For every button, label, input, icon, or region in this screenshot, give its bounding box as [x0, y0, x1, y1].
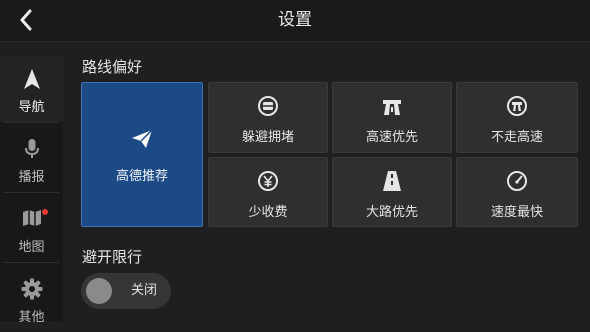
sidebar-item-label: 播报 — [18, 170, 45, 185]
yuan-icon — [258, 171, 278, 191]
speedometer-icon — [507, 171, 527, 191]
route-option-less-toll[interactable]: 少收费 — [208, 157, 328, 227]
sidebar-item-label: 地图 — [18, 240, 45, 255]
divider — [4, 122, 59, 123]
main-road-icon — [383, 171, 401, 191]
divider — [4, 262, 59, 263]
route-option-avoid-congestion[interactable]: 躲避拥堵 — [208, 82, 328, 153]
route-option-label: 速度最快 — [490, 205, 543, 220]
route-option-no-highway[interactable]: 不走高速 — [456, 82, 578, 153]
route-option-amap-recommend[interactable]: 高德推荐 — [81, 82, 203, 227]
route-option-label: 高德推荐 — [115, 169, 168, 184]
restriction-label: 避开限行 — [82, 248, 143, 266]
route-option-label: 大路优先 — [365, 205, 418, 220]
route-option-highway-first[interactable]: 高速优先 — [332, 82, 452, 153]
map-icon — [22, 210, 41, 226]
divider — [4, 192, 59, 193]
route-option-label: 高速优先 — [365, 130, 418, 145]
notification-dot — [42, 209, 48, 215]
paper-plane-icon — [132, 129, 153, 148]
route-option-label: 少收费 — [248, 205, 288, 220]
route-option-main-road-first[interactable]: 大路优先 — [332, 157, 452, 227]
route-option-label: 不走高速 — [490, 130, 543, 145]
microphone-icon — [24, 139, 39, 158]
page-title: 设置 — [278, 10, 312, 30]
sidebar: 导航 播报 地图 其他 — [0, 56, 63, 325]
restriction-toggle[interactable]: 关闭 — [81, 273, 171, 309]
top-bar: 设置 — [0, 0, 590, 42]
navigation-arrow-icon — [23, 69, 40, 89]
toggle-state-label: 关闭 — [131, 283, 158, 298]
sidebar-item-navigation[interactable]: 导航 — [0, 56, 63, 122]
sidebar-item-broadcast[interactable]: 播报 — [0, 126, 63, 192]
route-option-label: 躲避拥堵 — [241, 130, 294, 145]
sidebar-item-label: 其他 — [18, 310, 45, 325]
highway-icon — [383, 100, 401, 115]
route-preference-label: 路线偏好 — [82, 58, 143, 76]
gear-icon — [21, 278, 42, 300]
toggle-knob — [86, 278, 112, 304]
congestion-avoid-icon — [258, 96, 278, 116]
sidebar-item-other[interactable]: 其他 — [0, 266, 63, 332]
route-option-fastest[interactable]: 速度最快 — [456, 157, 578, 227]
no-highway-icon — [507, 96, 527, 116]
sidebar-item-map[interactable]: 地图 — [0, 196, 63, 262]
sidebar-item-label: 导航 — [18, 100, 45, 115]
